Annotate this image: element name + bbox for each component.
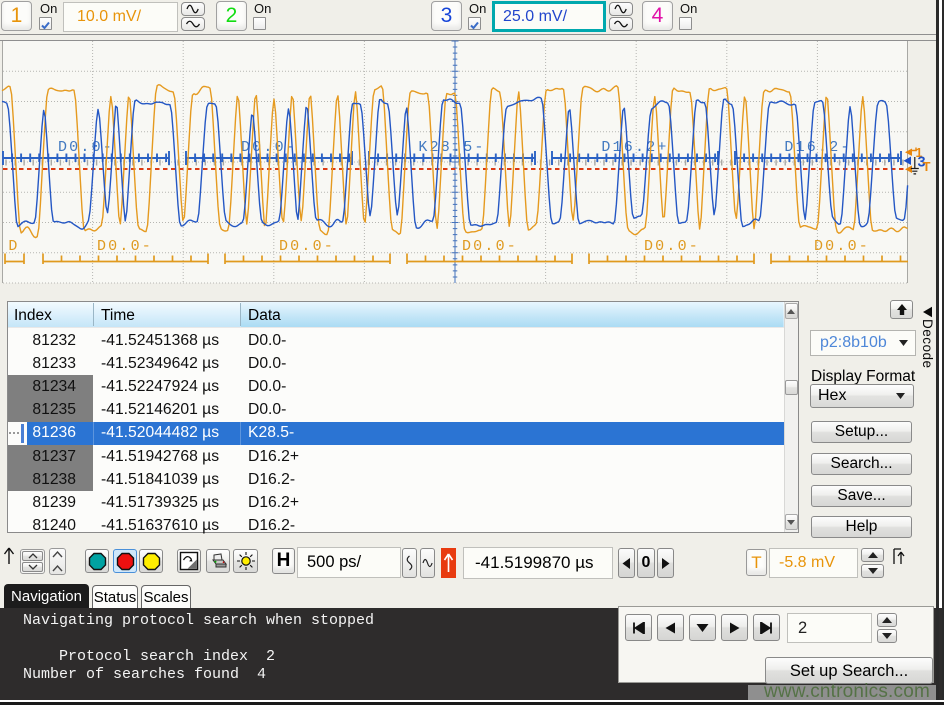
svg-text:D0.0-: D0.0- [814, 238, 870, 255]
svg-text:D: D [8, 238, 19, 255]
svg-text:D0.0-: D0.0- [58, 139, 114, 156]
svg-text:K28.5-: K28.5- [418, 139, 485, 156]
svg-text:T: T [923, 159, 931, 174]
svg-text:D0.0-: D0.0- [279, 238, 335, 255]
svg-text:D0.0-: D0.0- [644, 238, 700, 255]
svg-text:D0.0-: D0.0- [462, 238, 518, 255]
svg-text:D0.0-: D0.0- [97, 238, 153, 255]
